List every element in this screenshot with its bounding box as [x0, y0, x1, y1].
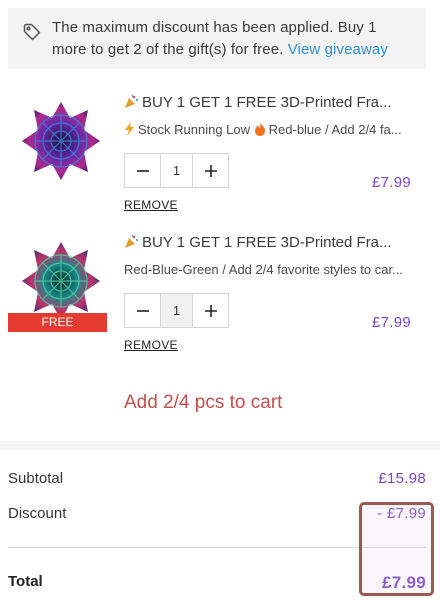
lightning-icon — [124, 122, 135, 139]
remove-button[interactable]: REMOVE — [124, 198, 178, 212]
increase-quantity-button[interactable] — [193, 294, 228, 327]
variant-text: Red-blue / Add 2/4 fa... — [268, 122, 402, 137]
decrease-quantity-button[interactable] — [125, 154, 160, 187]
cart-item: BUY 1 GET 1 FREE 3D-Printed Fra... Stock… — [0, 94, 440, 229]
quantity-value[interactable]: 1 — [160, 154, 193, 187]
minus-icon — [136, 309, 149, 312]
notice-message: The maximum discount has been applied. B… — [52, 17, 414, 61]
product-image[interactable] — [20, 240, 102, 322]
item-price: £7.99 — [372, 314, 412, 331]
product-image[interactable] — [20, 100, 102, 182]
product-title[interactable]: BUY 1 GET 1 FREE 3D-Printed Fra... — [124, 234, 424, 253]
subtotal-label: Subtotal — [8, 470, 64, 487]
decrease-quantity-button[interactable] — [125, 294, 160, 327]
increase-quantity-button[interactable] — [193, 154, 228, 187]
subtotal-row: Subtotal £15.98 — [8, 470, 426, 487]
discount-label: Discount — [8, 505, 67, 522]
remove-button[interactable]: REMOVE — [124, 338, 178, 352]
plus-icon — [204, 164, 217, 177]
fire-icon — [254, 122, 266, 139]
party-popper-icon — [124, 94, 139, 113]
cart-item: FREE BUY 1 GET 1 FREE 3D-Printed Fra... … — [0, 234, 440, 369]
add-more-to-cart-link[interactable]: Add 2/4 pcs to cart — [124, 392, 282, 414]
discount-notice: The maximum discount has been applied. B… — [8, 8, 426, 69]
product-title-text: BUY 1 GET 1 FREE 3D-Printed Fra... — [142, 234, 392, 251]
section-divider — [0, 441, 440, 450]
quantity-stepper: 1 — [124, 153, 229, 188]
product-title-text: BUY 1 GET 1 FREE 3D-Printed Fra... — [142, 94, 392, 111]
product-variant: Red-Blue-Green / Add 2/4 favorite styles… — [124, 262, 403, 277]
plus-icon — [204, 304, 217, 317]
total-label: Total — [8, 573, 43, 590]
quantity-stepper: 1 — [124, 293, 229, 328]
party-popper-icon — [124, 234, 139, 253]
free-badge: FREE — [8, 313, 107, 332]
product-variant: Stock Running Low Red-blue / Add 2/4 fa.… — [124, 122, 416, 139]
minus-icon — [136, 169, 149, 172]
item-price: £7.99 — [372, 174, 412, 191]
view-giveaway-link[interactable]: View giveaway — [288, 41, 388, 58]
product-title[interactable]: BUY 1 GET 1 FREE 3D-Printed Fra... — [124, 94, 424, 113]
highlight-box — [359, 502, 434, 596]
price-tag-icon — [23, 23, 41, 41]
stock-status: Stock Running Low — [138, 122, 251, 137]
quantity-value: 1 — [160, 294, 193, 327]
subtotal-value: £15.98 — [378, 470, 426, 487]
